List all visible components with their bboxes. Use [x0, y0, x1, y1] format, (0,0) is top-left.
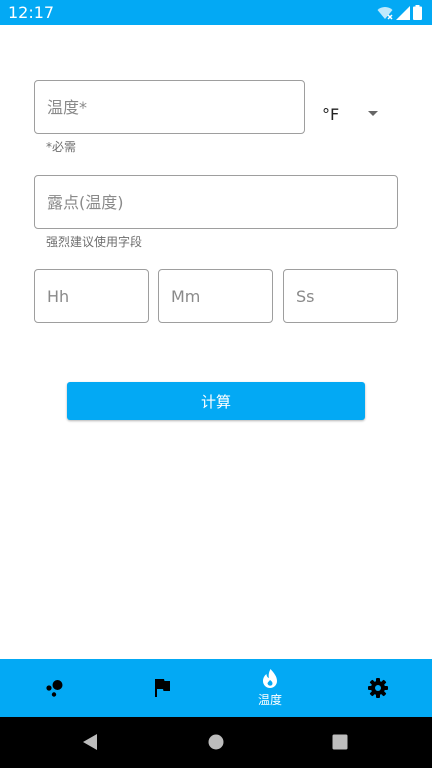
- battery-icon: [413, 5, 422, 20]
- back-icon[interactable]: [82, 733, 98, 751]
- recents-icon[interactable]: [332, 734, 348, 750]
- dewpoint-input[interactable]: [35, 176, 397, 228]
- nav-item-bubbles[interactable]: [0, 659, 108, 717]
- minutes-field[interactable]: [158, 269, 273, 323]
- seconds-field[interactable]: [283, 269, 398, 323]
- gear-icon: [368, 678, 388, 698]
- calculate-button[interactable]: 计算: [67, 382, 365, 420]
- temperature-input[interactable]: [35, 81, 304, 133]
- nav-item-temperature-label: 温度: [257, 693, 282, 707]
- status-bar: 12:17: [0, 0, 432, 25]
- signal-icon: [396, 5, 410, 20]
- temperature-field[interactable]: [34, 80, 305, 134]
- unit-selected-value: °F: [322, 105, 340, 124]
- home-icon[interactable]: [208, 734, 224, 750]
- minutes-input[interactable]: [159, 270, 272, 322]
- hours-input[interactable]: [35, 270, 148, 322]
- wifi-icon: [377, 6, 393, 20]
- dewpoint-helper-text: 强烈建议使用字段: [46, 235, 143, 249]
- system-navigation-bar: [0, 717, 432, 768]
- bubbles-icon: [46, 680, 63, 697]
- status-time: 12:17: [8, 3, 55, 22]
- hours-field[interactable]: [34, 269, 149, 323]
- nav-item-temperature[interactable]: 温度: [216, 659, 324, 717]
- flag-icon: [155, 679, 170, 697]
- temperature-helper-text: *必需: [46, 140, 77, 154]
- seconds-input[interactable]: [284, 270, 397, 322]
- nav-item-flag[interactable]: [108, 659, 216, 717]
- chevron-down-icon: [368, 111, 378, 116]
- flame-icon: [263, 669, 277, 688]
- nav-item-settings[interactable]: [324, 659, 432, 717]
- dewpoint-field[interactable]: [34, 175, 398, 229]
- bottom-navigation: 温度: [0, 659, 432, 717]
- status-icons: [377, 5, 422, 20]
